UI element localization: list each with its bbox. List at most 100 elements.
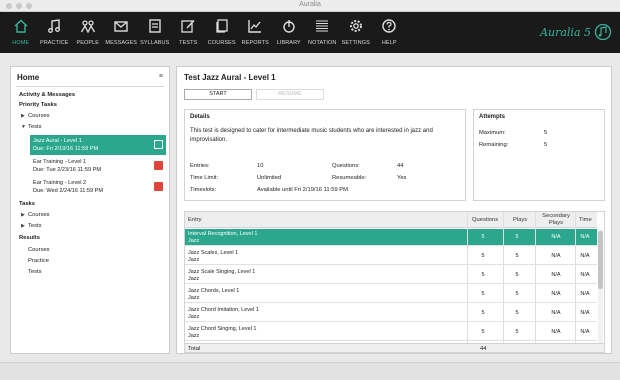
column-divider bbox=[535, 212, 536, 344]
secondary-plays-cell: N/A bbox=[551, 329, 561, 335]
entry-category: Jazz bbox=[188, 237, 200, 244]
sidebar-item-priority-courses[interactable]: ▶ Courses bbox=[21, 113, 50, 119]
column-header-entry[interactable]: Entry bbox=[188, 217, 202, 223]
nav-syllabus[interactable]: SYLLABUS bbox=[138, 12, 172, 53]
entry-category: Jazz bbox=[188, 256, 200, 263]
questions-cell: 5 bbox=[481, 234, 485, 240]
sidebar-heading-results: Results bbox=[19, 235, 40, 241]
secondary-plays-cell: N/A bbox=[551, 272, 561, 278]
sidebar-item-label: Tests bbox=[28, 124, 42, 130]
sidebar-item-label: Courses bbox=[28, 113, 50, 119]
total-label: Total bbox=[188, 346, 201, 352]
column-header-secondary-plays[interactable]: Secondary Plays bbox=[537, 213, 575, 226]
nav-library[interactable]: LIBRARY bbox=[272, 12, 306, 53]
document-icon bbox=[149, 19, 161, 33]
sidebar-panel: Home ≡ Activity & Messages Priority Task… bbox=[10, 66, 170, 354]
secondary-plays-cell: N/A bbox=[551, 310, 561, 316]
column-header-questions[interactable]: Questions bbox=[472, 217, 498, 223]
resume-button[interactable]: RESUME bbox=[256, 89, 324, 100]
priority-task-ear-training-level-2[interactable]: Ear Training - Level 2 Due: Wed 2/24/16 … bbox=[30, 177, 166, 197]
plays-cell: 5 bbox=[515, 329, 519, 335]
sidebar-item-results-practice[interactable]: Practice bbox=[28, 258, 49, 264]
column-header-plays[interactable]: Plays bbox=[513, 217, 527, 223]
sidebar-item-label: Courses bbox=[28, 212, 50, 218]
entry-cell: Jazz Scale Singing, Level 1 Jazz bbox=[188, 269, 255, 282]
column-divider bbox=[575, 212, 576, 344]
task-name: Ear Training - Level 2 bbox=[33, 180, 87, 186]
nav-courses-label: COURSES bbox=[207, 40, 236, 46]
nav-settings[interactable]: SETTINGS bbox=[339, 12, 373, 53]
questions-cell: 5 bbox=[481, 329, 485, 335]
nav-library-label: LIBRARY bbox=[276, 40, 301, 46]
scrollbar-thumb[interactable] bbox=[598, 231, 603, 289]
home-icon bbox=[14, 19, 28, 33]
nav-reports-label: REPORTS bbox=[241, 40, 269, 46]
window-titlebar: Auralia bbox=[0, 0, 620, 12]
task-due-date: Due: Tue 2/23/16 11:59 PM bbox=[33, 167, 101, 173]
task-name: Ear Training - Level 1 bbox=[33, 159, 87, 165]
nav-bar: HOME PRACTICE PEOPLE MESSAGES SYLLABUS T… bbox=[4, 12, 406, 53]
nav-practice[interactable]: PRACTICE bbox=[38, 12, 72, 53]
entry-name: Jazz Chords, Level 1 bbox=[188, 288, 240, 294]
edit-task-icon[interactable] bbox=[154, 140, 163, 149]
nav-home-label: HOME bbox=[12, 40, 30, 46]
people-icon bbox=[80, 20, 95, 34]
timeslots-label: Timeslots: bbox=[190, 187, 217, 193]
sidebar-item-label: Tests bbox=[28, 223, 42, 229]
music-note-icon bbox=[48, 19, 61, 33]
staff-icon bbox=[316, 20, 329, 32]
start-button[interactable]: START bbox=[184, 89, 252, 100]
sidebar-item-activity[interactable]: Activity & Messages bbox=[19, 92, 75, 98]
nav-help[interactable]: HELP bbox=[373, 12, 407, 53]
secondary-plays-cell: N/A bbox=[551, 234, 561, 240]
sidebar-title: Home bbox=[17, 73, 40, 82]
brand-logo: Auralia 5 bbox=[540, 23, 612, 41]
sidebar-item-priority-tests[interactable]: ▼ Tests bbox=[21, 124, 42, 130]
plays-cell: 5 bbox=[515, 234, 519, 240]
resumeable-value: Yes bbox=[397, 175, 407, 181]
nav-courses[interactable]: COURSES bbox=[205, 12, 239, 53]
total-questions: 44 bbox=[480, 346, 487, 352]
task-name: Jazz Aural - Level 1 bbox=[33, 138, 82, 144]
envelope-icon bbox=[114, 21, 128, 32]
entry-category: Jazz bbox=[188, 275, 200, 282]
nav-messages[interactable]: MESSAGES bbox=[105, 12, 139, 53]
task-due-date: Due: Fri 2/19/16 11:59 PM bbox=[33, 146, 99, 152]
nav-home[interactable]: HOME bbox=[4, 12, 38, 53]
column-header-time[interactable]: Time bbox=[579, 217, 592, 223]
table-scrollbar[interactable] bbox=[598, 229, 603, 343]
collapsed-arrow-icon: ▶ bbox=[21, 113, 25, 119]
entry-cell: Jazz Scales, Level 1 Jazz bbox=[188, 250, 238, 263]
sidebar-item-results-tests[interactable]: Tests bbox=[28, 269, 42, 275]
overdue-task-icon[interactable] bbox=[154, 182, 163, 191]
entry-name: Jazz Chord Singing, Level 1 bbox=[188, 326, 257, 332]
priority-task-jazz-aural-level-1[interactable]: Jazz Aural - Level 1 Due: Fri 2/19/16 11… bbox=[30, 135, 166, 155]
entry-category: Jazz bbox=[188, 332, 200, 339]
priority-task-ear-training-level-1[interactable]: Ear Training - Level 1 Due: Tue 2/23/16 … bbox=[30, 156, 166, 176]
status-bar bbox=[0, 362, 620, 380]
entry-category: Jazz bbox=[188, 294, 200, 301]
logo-icon bbox=[594, 23, 612, 41]
nav-tests[interactable]: TESTS bbox=[172, 12, 206, 53]
nav-reports[interactable]: REPORTS bbox=[239, 12, 273, 53]
sidebar-item-results-courses[interactable]: Courses bbox=[28, 247, 50, 253]
nav-notation[interactable]: NOTATION bbox=[306, 12, 340, 53]
entry-name: Jazz Scale Singing, Level 1 bbox=[188, 269, 256, 275]
nav-tests-label: TESTS bbox=[179, 40, 198, 46]
time-limit-label: Time Limit: bbox=[190, 175, 219, 181]
library-icon bbox=[283, 20, 295, 33]
collapsed-arrow-icon: ▶ bbox=[21, 212, 25, 218]
entry-cell: Jazz Chord Imitation, Level 1 Jazz bbox=[188, 307, 259, 320]
plays-cell: 5 bbox=[515, 291, 519, 297]
sidebar-item-tasks-courses[interactable]: ▶ Courses bbox=[21, 212, 50, 218]
questions-value: 44 bbox=[397, 163, 404, 169]
attempts-box: Attempts Maximum: 5 Remaining: 5 bbox=[473, 109, 605, 201]
nav-people[interactable]: PEOPLE bbox=[71, 12, 105, 53]
sidebar-item-tasks-tests[interactable]: ▶ Tests bbox=[21, 223, 42, 229]
overdue-task-icon[interactable] bbox=[154, 161, 163, 170]
nav-messages-label: MESSAGES bbox=[105, 40, 138, 46]
menu-icon[interactable]: ≡ bbox=[159, 73, 163, 80]
entries-value: 10 bbox=[257, 163, 264, 169]
test-description: This test is designed to cater for inter… bbox=[190, 128, 433, 143]
nav-syllabus-label: SYLLABUS bbox=[140, 40, 170, 46]
